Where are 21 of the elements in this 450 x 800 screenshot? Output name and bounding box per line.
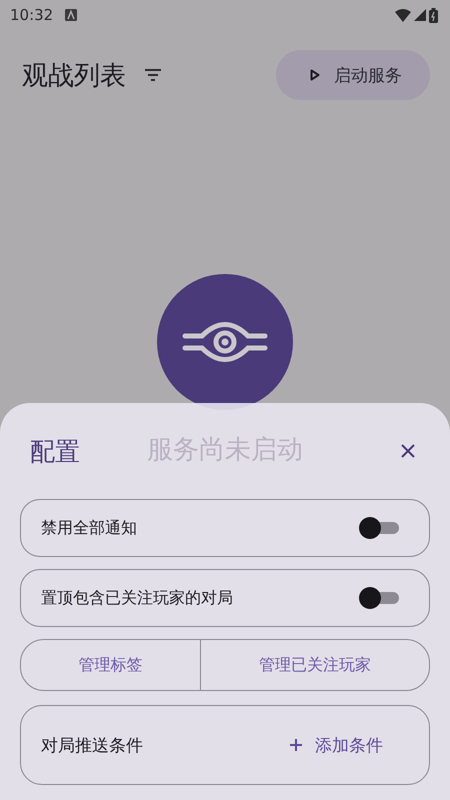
start-service-button[interactable]: 启动服务 — [276, 50, 430, 100]
signal-icon — [414, 9, 426, 21]
add-condition-button[interactable]: 添加条件 — [283, 732, 389, 758]
eye-icon — [182, 319, 268, 365]
manage-button[interactable]: 管理已关注玩家 — [200, 640, 429, 690]
conditions-label: 对局推送条件 — [41, 734, 143, 756]
manage-button[interactable]: 管理标签 — [21, 640, 200, 690]
toggle-switch[interactable] — [359, 587, 399, 609]
toggle-switch[interactable] — [359, 517, 399, 539]
sheet-title: 配置 — [30, 436, 80, 468]
notification-icon — [65, 9, 78, 21]
play-icon — [310, 69, 320, 81]
status-time: 10:32 — [10, 6, 54, 24]
page-title: 观战列表 — [22, 60, 126, 92]
setting-label: 置顶包含已关注玩家的对局 — [41, 588, 233, 608]
wifi-icon — [395, 8, 411, 22]
filter-icon[interactable] — [144, 68, 162, 82]
setting-label: 禁用全部通知 — [41, 518, 137, 538]
battery-icon — [429, 8, 438, 22]
close-icon — [400, 443, 416, 459]
plus-icon — [289, 738, 303, 752]
